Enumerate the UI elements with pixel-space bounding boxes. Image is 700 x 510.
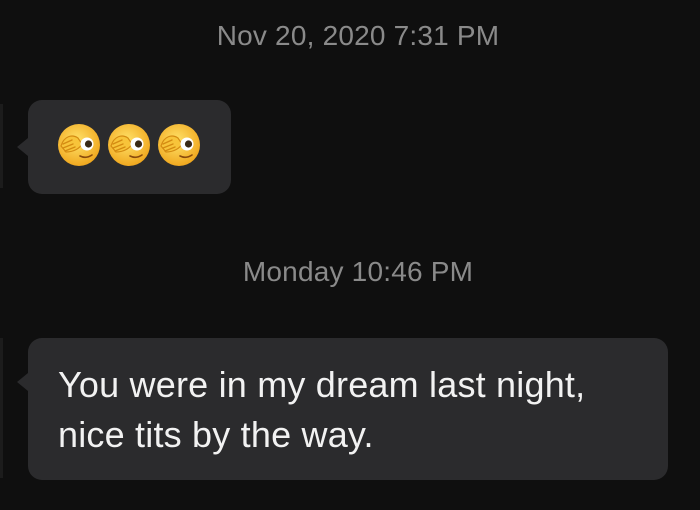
timestamp: Monday 10:46 PM <box>242 256 474 287</box>
bubble-tail <box>17 373 28 391</box>
emoji-message <box>56 122 202 168</box>
message-thread[interactable]: Nov 20, 2020 7:31 PM Monday 10:46 PM You… <box>0 0 700 510</box>
message-text-line: You were in my dream last night, <box>58 364 586 405</box>
timestamp: Nov 20, 2020 7:31 PM <box>216 20 500 51</box>
face-peeking-icon <box>108 124 150 166</box>
bubble-tail <box>17 138 28 156</box>
face-peeking-icon <box>58 124 100 166</box>
message-text: You were in my dream last night, nice ti… <box>58 360 648 460</box>
face-peeking-icon <box>158 124 200 166</box>
message-text-line: nice tits by the way. <box>58 414 374 455</box>
screen-edge <box>0 338 3 478</box>
screen-edge <box>0 104 3 188</box>
